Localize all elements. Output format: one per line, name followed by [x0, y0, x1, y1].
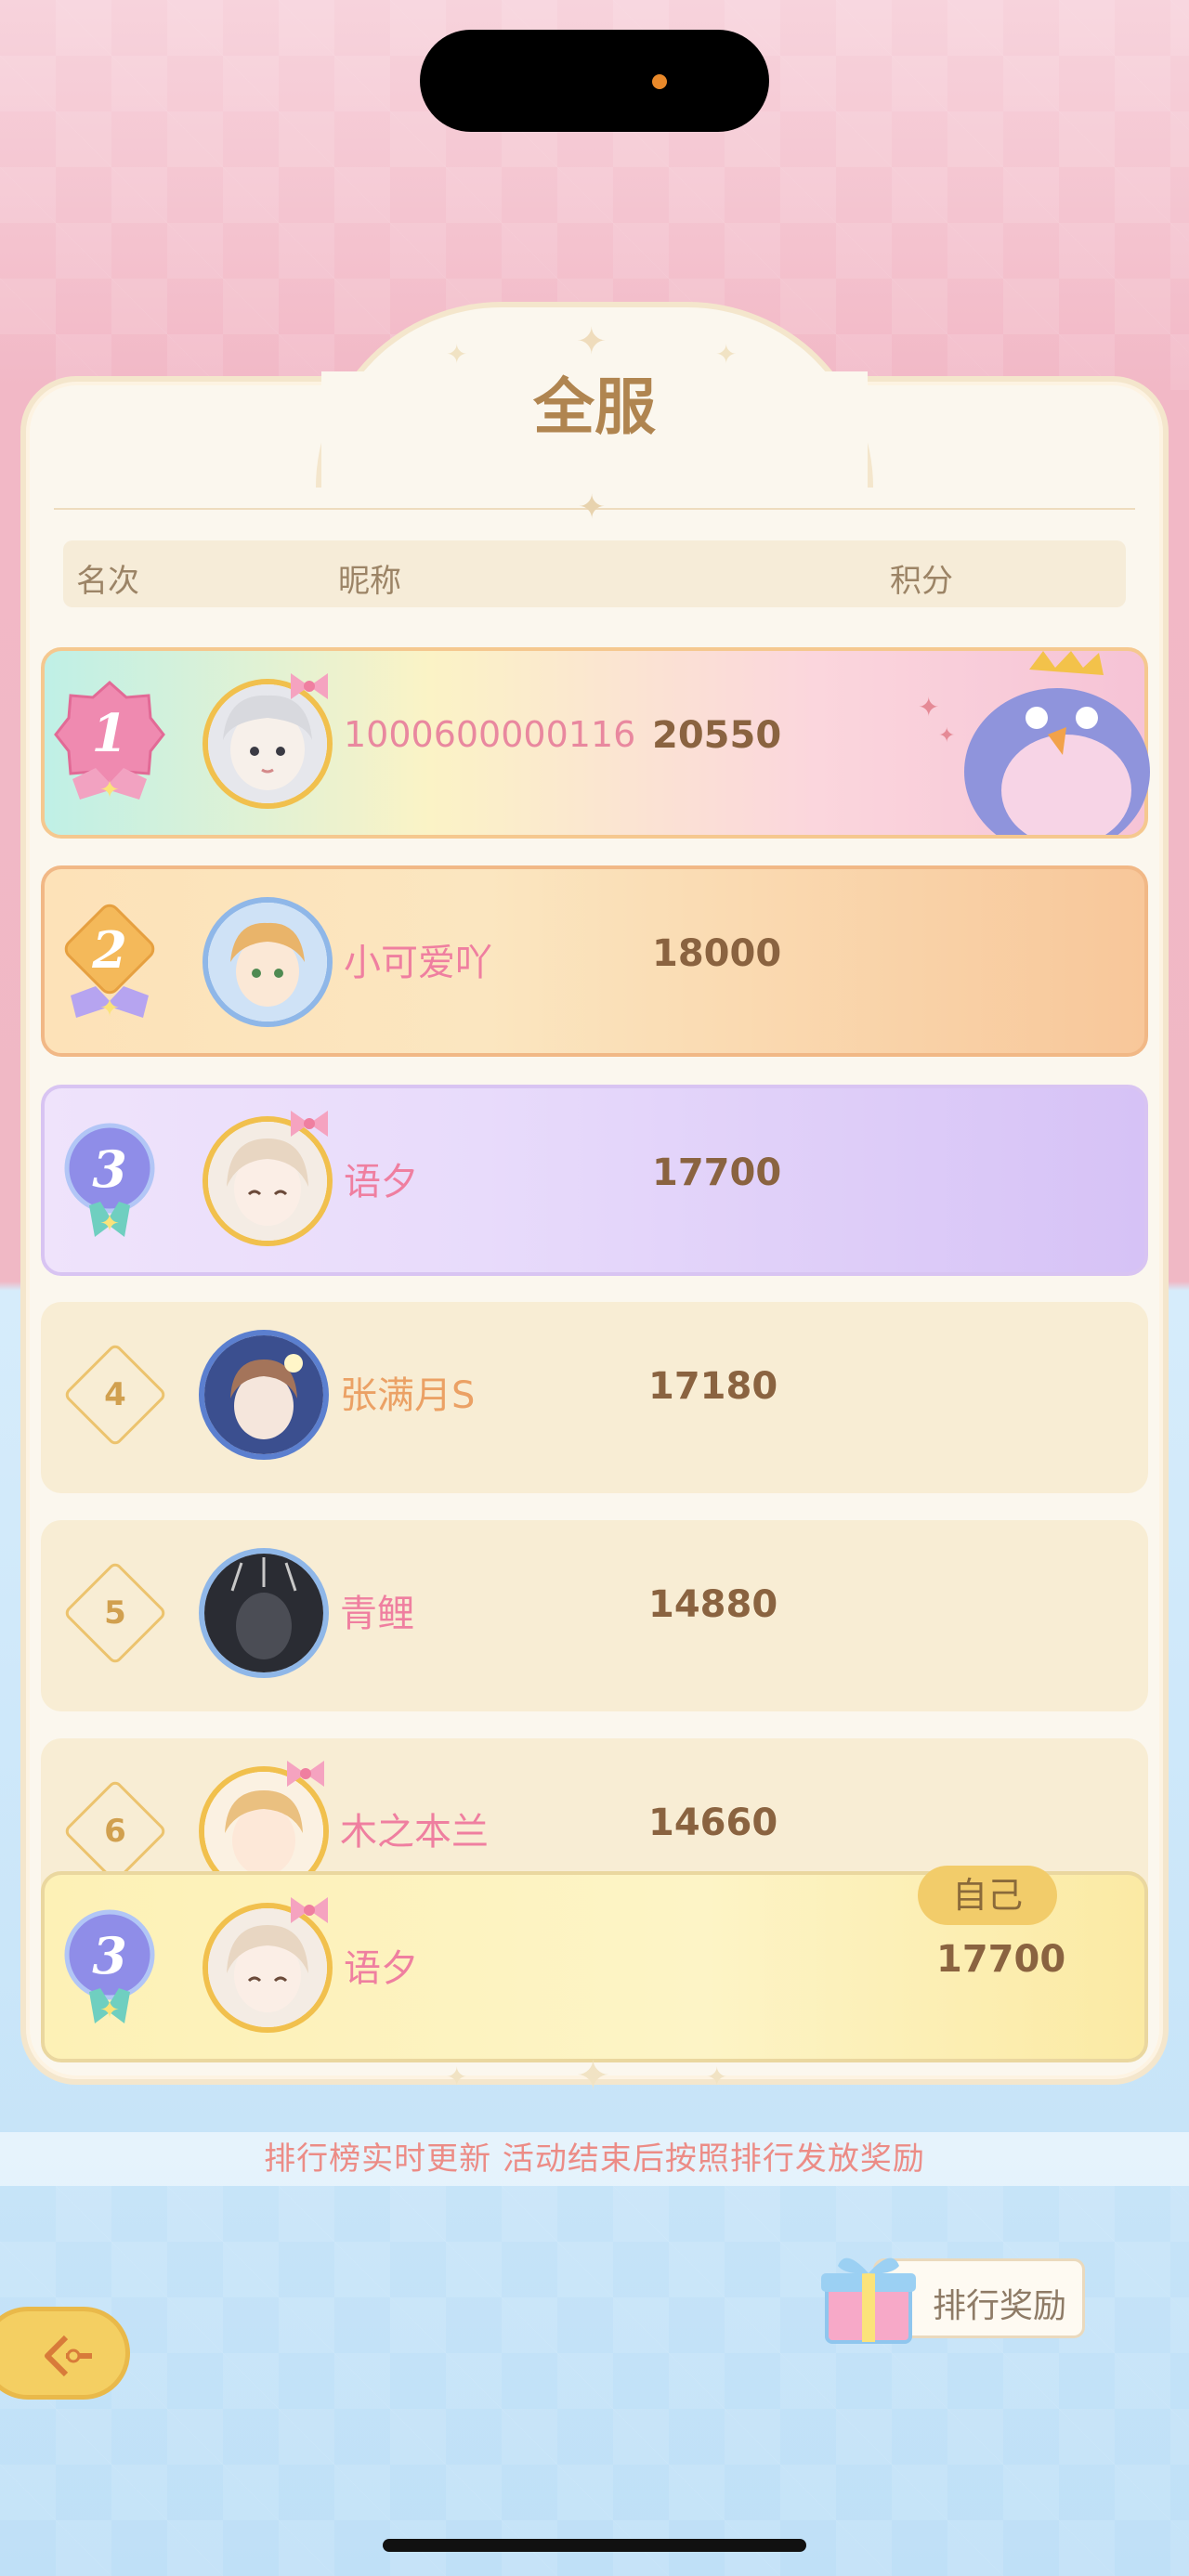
avatar-image: [204, 1335, 323, 1454]
avatar[interactable]: [199, 1548, 329, 1678]
table-row[interactable]: 5 青鲤 14880: [41, 1520, 1148, 1711]
bow-icon: [291, 1897, 328, 1923]
nickname: 小可爱吖: [344, 942, 492, 984]
rank-1-medal-icon: 1 ✦: [54, 680, 165, 804]
svg-text:2: 2: [91, 920, 127, 980]
score: 14660: [648, 1802, 778, 1844]
column-header: 名次 昵称 积分: [63, 540, 1126, 607]
svg-text:✦: ✦: [99, 1997, 120, 2024]
score: 18000: [652, 932, 782, 975]
avatar-image: [204, 1554, 323, 1672]
table-row[interactable]: 1 ✦ 1000600000116 20550 ✦ ✦: [41, 647, 1150, 839]
column-score: 积分: [890, 563, 953, 600]
nickname: 青鲤: [340, 1593, 414, 1635]
svg-text:3: 3: [92, 1139, 127, 1199]
svg-text:✦: ✦: [938, 724, 955, 748]
score: 17180: [648, 1365, 778, 1408]
notice-text: 排行榜实时更新 活动结束后按照排行发放奖励: [0, 2132, 1189, 2186]
svg-text:1: 1: [92, 703, 128, 764]
page-title: 全服: [533, 371, 656, 443]
nickname: 1000600000116: [344, 714, 636, 755]
dynamic-island: [420, 30, 769, 132]
rank-3-medal-icon: 3 ✦: [64, 1123, 155, 1238]
nickname: 木之本兰: [340, 1811, 489, 1854]
table-row[interactable]: 4 张满月S 17180: [41, 1302, 1148, 1493]
bow-icon: [291, 673, 328, 699]
avatar[interactable]: [203, 897, 333, 1027]
score: 17700: [936, 1938, 1066, 1981]
nickname: 语夕: [344, 1947, 418, 1990]
rank-2-medal-icon: 2 ✦: [64, 904, 155, 1022]
svg-text:✦: ✦: [99, 776, 120, 804]
compass-star-icon: ✦: [576, 2052, 610, 2100]
table-row[interactable]: 2 ✦ 小可爱吖 18000: [41, 865, 1148, 1057]
penguin-mascot-icon: ✦ ✦: [918, 651, 1150, 835]
back-arrow-icon: [45, 2335, 92, 2377]
nickname: 张满月S: [340, 1374, 476, 1417]
score: 14880: [648, 1583, 778, 1626]
rank-number: 4: [104, 1376, 126, 1413]
divider-star-icon: ✦: [578, 488, 607, 527]
column-rank: 名次: [76, 563, 139, 600]
score: 20550: [652, 714, 782, 757]
self-rank-row[interactable]: 自己 3 ✦ 语夕 17700: [41, 1866, 1148, 2062]
rank-3-medal-icon: 3 ✦: [64, 1909, 155, 2024]
compass-star-icon: ✦: [576, 320, 608, 363]
rank-number: 5: [104, 1594, 126, 1632]
home-indicator[interactable]: [383, 2539, 806, 2552]
avatar[interactable]: [199, 1330, 329, 1460]
svg-text:✦: ✦: [99, 995, 120, 1022]
bow-icon: [291, 1111, 328, 1137]
camera-indicator: [652, 74, 667, 89]
bow-icon: [287, 1761, 324, 1787]
svg-text:✦: ✦: [99, 1210, 120, 1238]
column-nickname: 昵称: [338, 563, 401, 600]
reward-button-label: 排行奖励: [933, 2287, 1067, 2325]
star-decoration-icon: ✦: [446, 2062, 468, 2092]
table-row[interactable]: 3 ✦ 语夕 17700: [41, 1085, 1148, 1276]
avatar-image: [208, 903, 327, 1021]
gift-box-icon: [821, 2257, 916, 2344]
score: 17700: [652, 1151, 782, 1194]
self-tag: 自己: [918, 1866, 1057, 1925]
svg-text:✦: ✦: [918, 692, 939, 722]
svg-text:3: 3: [92, 1926, 127, 1985]
rank-number: 6: [104, 1813, 126, 1850]
nickname: 语夕: [344, 1161, 418, 1203]
back-button[interactable]: [0, 2307, 130, 2400]
bottom-background-pattern: [0, 2186, 1189, 2576]
ranking-reward-button[interactable]: 排行奖励: [817, 2247, 1087, 2344]
star-decoration-icon: ✦: [706, 2062, 728, 2092]
